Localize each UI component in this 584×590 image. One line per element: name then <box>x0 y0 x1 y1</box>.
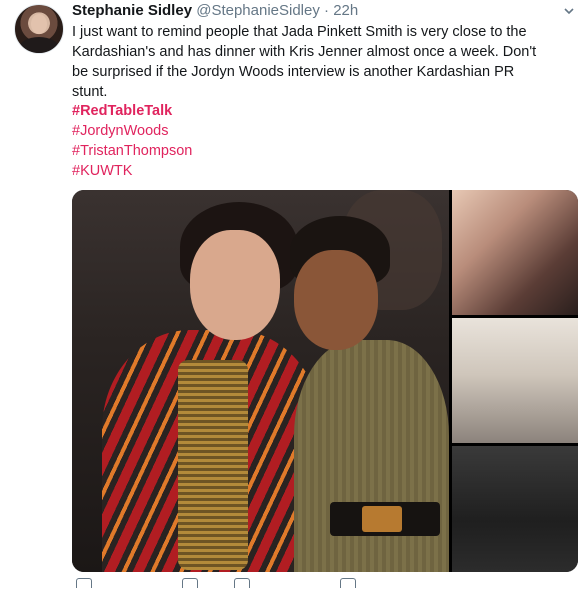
tweet-text: I just want to remind people that Jada P… <box>72 24 537 100</box>
avatar-shoulders <box>19 37 59 53</box>
photo-buckle <box>362 506 402 532</box>
avatar-face <box>31 14 47 34</box>
hashtag-link[interactable]: #TristanThompson <box>72 141 192 161</box>
tweet-time[interactable]: 22h <box>333 2 358 19</box>
hashtag-link[interactable]: #JordynWoods <box>72 121 192 141</box>
photo-main[interactable] <box>72 190 449 572</box>
photo-figure-left-top <box>178 360 248 570</box>
author-handle[interactable]: @StephanieSidley <box>196 2 320 19</box>
hashtag-link[interactable]: #KUWTK <box>72 161 192 181</box>
photo-figure-left-face <box>190 230 280 340</box>
photo-figure-right-face <box>294 250 378 350</box>
tweet-header: Stephanie Sidley @StephanieSidley · 22h <box>72 2 358 20</box>
time-separator: · <box>324 2 330 19</box>
hashtag-link[interactable]: #RedTableTalk <box>72 101 192 121</box>
media-grid <box>72 190 578 572</box>
avatar[interactable] <box>14 4 64 54</box>
photo-figure-right-body <box>294 340 449 572</box>
tweet-actions <box>72 578 552 590</box>
photo-side-top[interactable] <box>452 190 578 315</box>
hashtag-list: #RedTableTalk #JordynWoods #TristanThomp… <box>72 101 192 181</box>
chevron-down-icon[interactable] <box>562 4 576 18</box>
photo-side-middle[interactable] <box>452 318 578 443</box>
author-name[interactable]: Stephanie Sidley <box>72 2 192 19</box>
photo-side-bottom[interactable] <box>452 446 578 572</box>
tweet-card[interactable]: Stephanie Sidley @StephanieSidley · 22h … <box>0 0 584 590</box>
